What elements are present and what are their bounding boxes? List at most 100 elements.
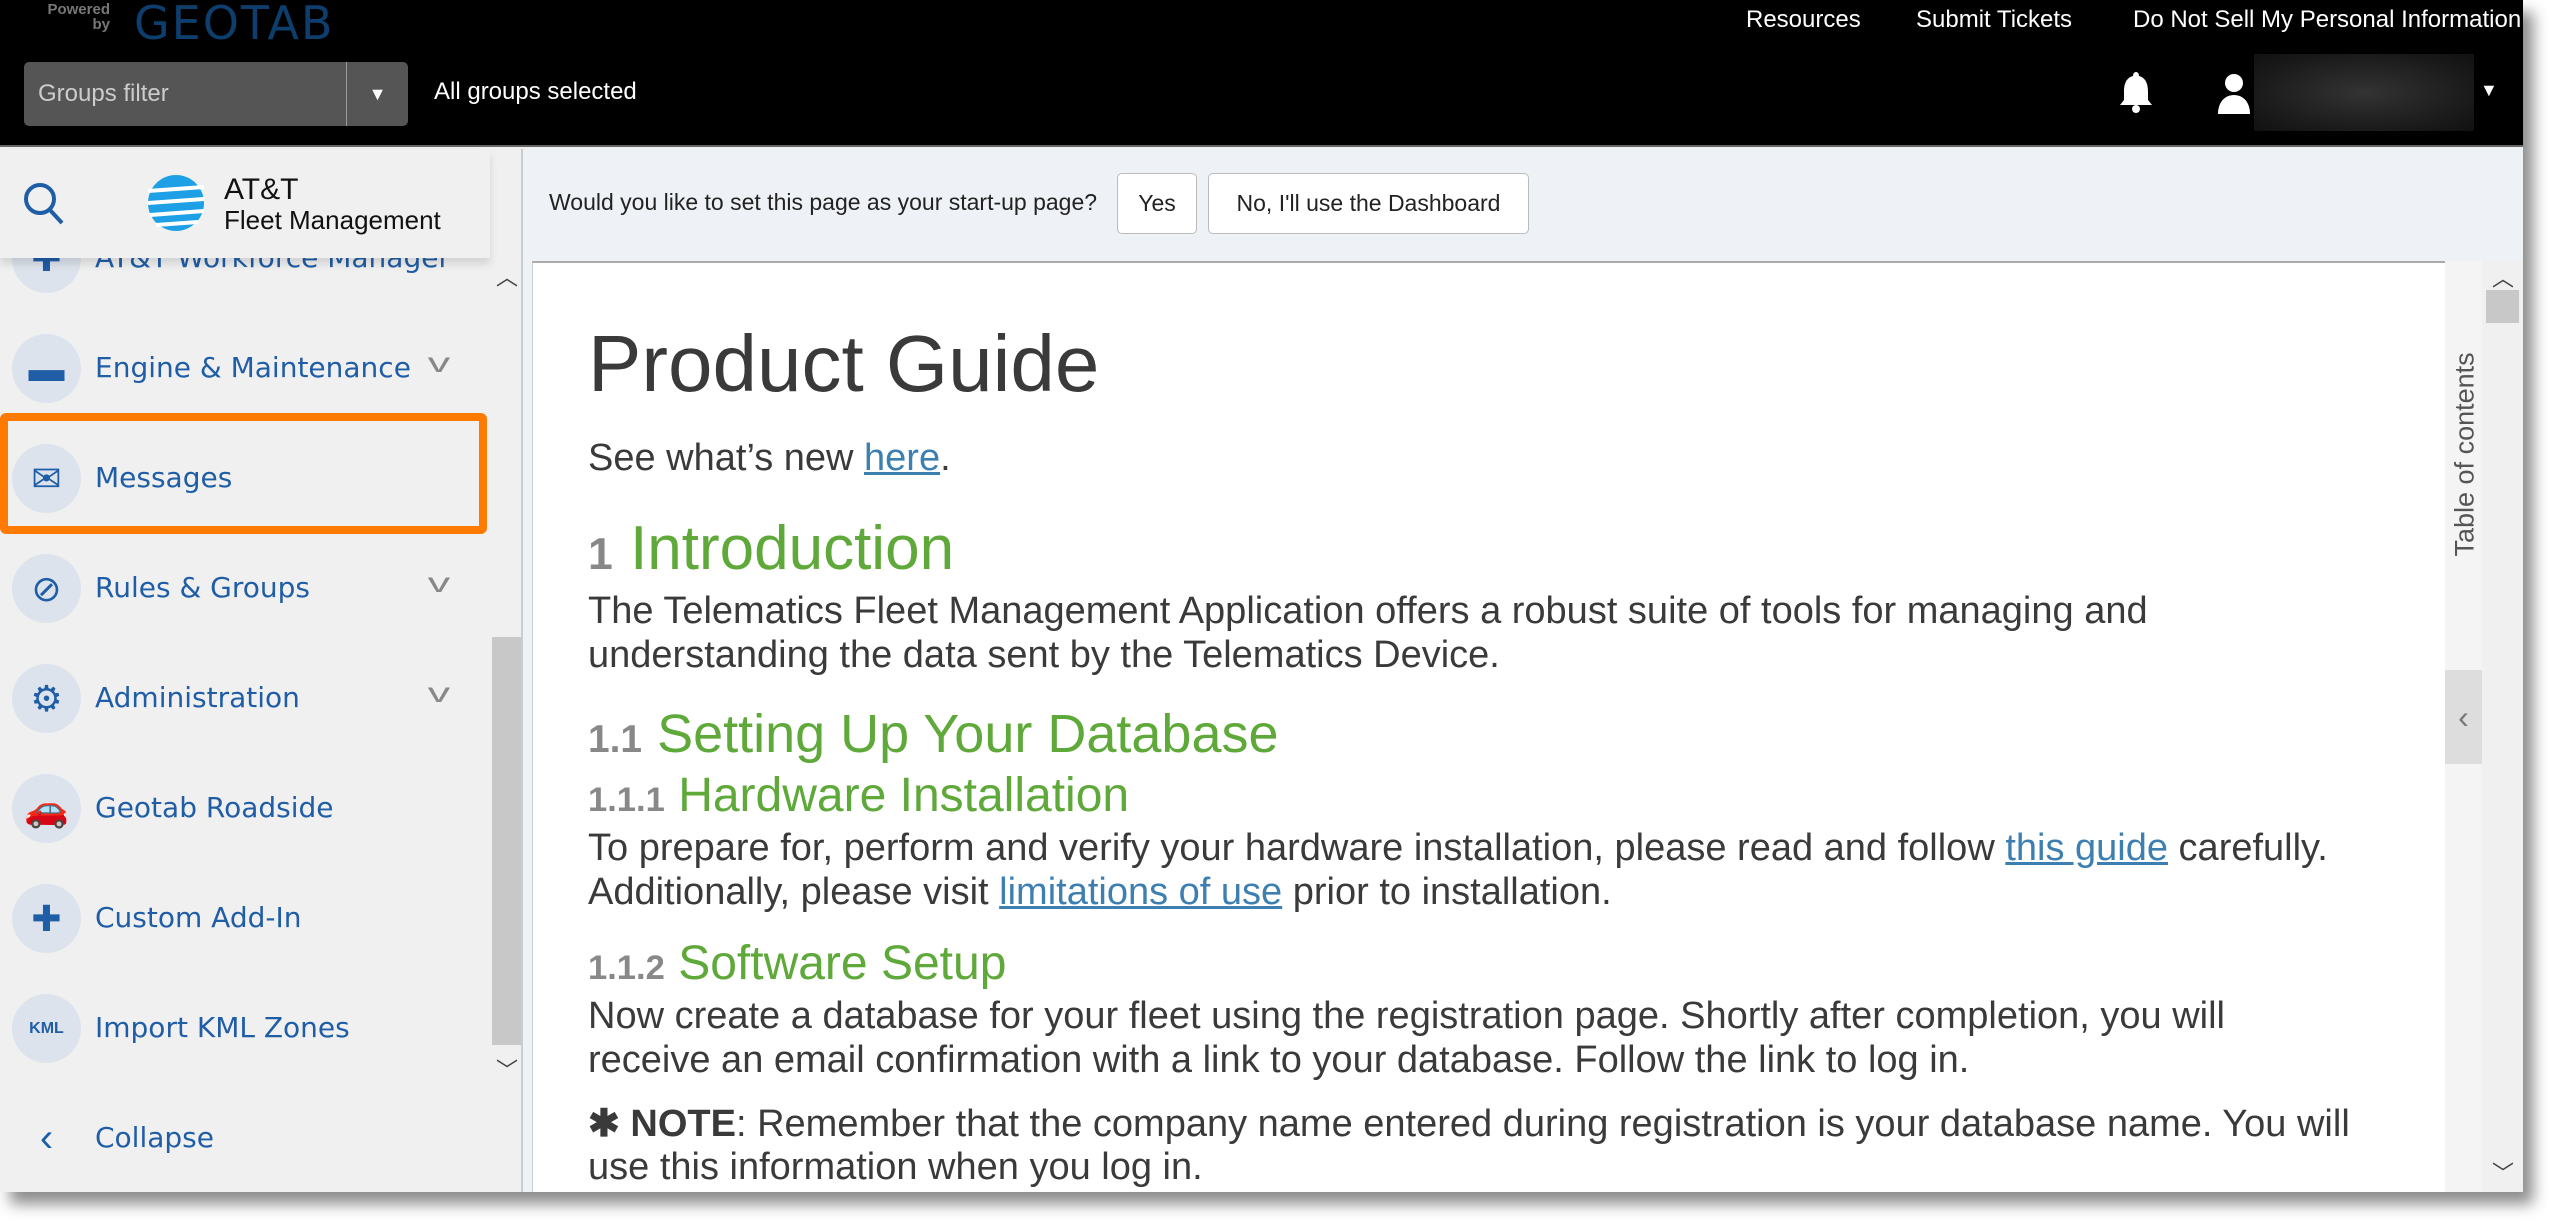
puzzle-icon: ✚ [12, 884, 81, 953]
section-number: 1.1 [588, 718, 643, 761]
brand-name: AT&T [224, 173, 299, 206]
powered-by-text: Powered by [47, 1, 110, 33]
user-icon[interactable] [2216, 72, 2252, 119]
sidebar-nav: ✚ AT&T Workforce Manager ▬ Engine & Mainte… [0, 258, 490, 1192]
app-window: Powered by GEOTAB Resources Submit Ticke… [0, 0, 2523, 1192]
groups-status: All groups selected [434, 78, 637, 105]
text: carefully. [2168, 827, 2328, 869]
paragraph-line: receive an email confirmation with a lin… [588, 1039, 1970, 1081]
sidebar-item-label: Custom Add-In [95, 901, 302, 934]
top-header: Powered by GEOTAB Resources Submit Ticke… [0, 0, 2523, 147]
kml-file-icon: KML [12, 994, 81, 1063]
text: . [940, 437, 951, 479]
submit-tickets-link[interactable]: Submit Tickets [1916, 6, 2072, 34]
limitations-of-use-link[interactable]: limitations of use [999, 871, 1282, 913]
paragraph-line: understanding the data sent by the Telem… [588, 634, 1500, 676]
sidebar: AT&T Fleet Management ✚ AT&T Workforce Ma… [0, 149, 523, 1192]
sidebar-item-import-kml-zones[interactable]: KML Import KML Zones [0, 973, 490, 1083]
section-number: 1 [588, 530, 613, 579]
chevron-left-icon: ‹ [39, 1116, 54, 1160]
groups-filter-input[interactable]: Groups filter ▼ [24, 62, 408, 126]
brand-subtitle: Fleet Management [224, 205, 441, 235]
startup-prompt: Would you like to set this page as your … [549, 189, 1098, 215]
asterisk-icon: ✱ [588, 1103, 631, 1145]
section-number: 1.1.2 [588, 949, 665, 987]
sidebar-item-label: AT&T Workforce Manager [95, 258, 450, 274]
sidebar-scrollbar[interactable]: ︿ ﹀ [490, 258, 521, 1192]
sidebar-collapse-button[interactable]: ‹ Collapse [0, 1083, 490, 1192]
sidebar-item-administration[interactable]: ⚙ Administration v [0, 643, 490, 753]
scroll-down-icon[interactable]: ﹀ [496, 1053, 518, 1085]
rules-icon: ⊘ [12, 554, 81, 623]
content-scroll-thumb[interactable] [2486, 290, 2519, 323]
scroll-down-icon[interactable]: ﹀ [2492, 1156, 2514, 1188]
do-not-sell-link[interactable]: Do Not Sell My Personal Information [2133, 6, 2521, 34]
paragraph-line: The Telematics Fleet Management Applicat… [588, 590, 2148, 632]
search-icon[interactable] [22, 181, 66, 232]
sidebar-item-label: Geotab Roadside [95, 791, 334, 824]
text: To prepare for, perform and verify your … [588, 827, 2006, 869]
main-area: Would you like to set this page as your … [523, 149, 2523, 1192]
scroll-up-icon[interactable]: ︿ [496, 260, 518, 292]
gear-icon: ⚙ [12, 664, 81, 733]
whats-new-line: See what’s new here. [588, 437, 951, 480]
paragraph-line: Now create a database for your fleet usi… [588, 995, 2225, 1037]
page-title: Product Guide [588, 319, 1100, 408]
user-menu-caret-icon[interactable]: ▼ [2480, 80, 2498, 101]
heading-hardware-installation: 1.1.1 Hardware Installation [588, 768, 1129, 823]
text: : Remember that the company name entered… [735, 1103, 2350, 1145]
sidebar-item-engine-maintenance[interactable]: ▬ Engine & Maintenance v [0, 313, 490, 423]
toc-label[interactable]: Table of contents [2450, 327, 2481, 556]
section-title: Setting Up Your Database [657, 704, 1279, 764]
sidebar-item-label: Import KML Zones [95, 1011, 350, 1044]
chevron-down-icon: v [427, 567, 451, 598]
heading-introduction: 1 Introduction [588, 513, 954, 584]
section-title: Software Setup [678, 937, 1007, 990]
sidebar-item-label: Administration [95, 681, 300, 714]
heading-setting-up-database: 1.1 Setting Up Your Database [588, 703, 1279, 765]
text: See what’s new [588, 437, 865, 479]
sidebar-item-custom-add-in[interactable]: ✚ Custom Add-In [0, 863, 490, 973]
chevron-down-icon: v [427, 677, 451, 708]
user-name-redacted[interactable] [2254, 54, 2474, 131]
text: Additionally, please visit [588, 871, 1000, 913]
sidebar-item-label: Rules & Groups [95, 571, 311, 604]
sidebar-item-label: Engine & Maintenance [95, 351, 411, 384]
section-number: 1.1.1 [588, 781, 665, 819]
chevron-down-icon: v [427, 347, 451, 378]
text: prior to installation. [1282, 871, 1612, 913]
heading-software-setup: 1.1.2 Software Setup [588, 936, 1006, 991]
paragraph-line: use this information when you log in. [588, 1146, 1203, 1188]
att-globe-logo [146, 173, 206, 238]
section-title: Hardware Installation [678, 769, 1130, 822]
scroll-up-icon[interactable]: ︿ [2492, 261, 2514, 293]
sidebar-item-att-workforce-manager[interactable]: ✚ AT&T Workforce Manager [0, 258, 490, 313]
note-line: ✱ NOTE: Remember that the company name e… [588, 1101, 2350, 1146]
tow-truck-icon: 🚗 [12, 774, 81, 843]
groups-filter-dropdown-button[interactable]: ▼ [346, 62, 408, 126]
groups-filter-placeholder: Groups filter [38, 80, 169, 107]
sidebar-scroll-thumb[interactable] [492, 637, 521, 1045]
sidebar-item-rules-groups[interactable]: ⊘ Rules & Groups v [0, 533, 490, 643]
section-title: Introduction [630, 514, 955, 583]
here-link[interactable]: here [864, 437, 940, 479]
collapse-label: Collapse [95, 1121, 214, 1154]
use-dashboard-button[interactable]: No, I'll use the Dashboard [1208, 173, 1529, 234]
puzzle-icon: ✚ [12, 258, 81, 293]
engine-icon: ▬ [12, 334, 81, 403]
toc-expand-chevron-left-icon[interactable]: ‹ [2445, 670, 2482, 764]
table-of-contents-panel[interactable]: Table of contents ‹ [2445, 261, 2482, 1192]
note-label: NOTE [630, 1103, 736, 1145]
this-guide-link[interactable]: this guide [2005, 827, 2168, 869]
resources-link[interactable]: Resources [1746, 6, 1861, 34]
product-guide-document: Product Guide See what’s new here. 1 Int… [532, 261, 2445, 1192]
paragraph-line: To prepare for, perform and verify your … [588, 827, 2328, 870]
sidebar-header: AT&T Fleet Management [0, 149, 490, 258]
yes-button[interactable]: Yes [1117, 173, 1197, 234]
bell-icon[interactable] [2116, 70, 2156, 124]
geotab-logo[interactable]: GEOTAB [134, 0, 334, 50]
content-scrollbar[interactable]: ︿ ﹀ [2482, 261, 2523, 1192]
highlight-box [0, 413, 487, 534]
paragraph-line: Additionally, please visit limitations o… [588, 871, 1612, 914]
sidebar-item-geotab-roadside[interactable]: 🚗 Geotab Roadside [0, 753, 490, 863]
